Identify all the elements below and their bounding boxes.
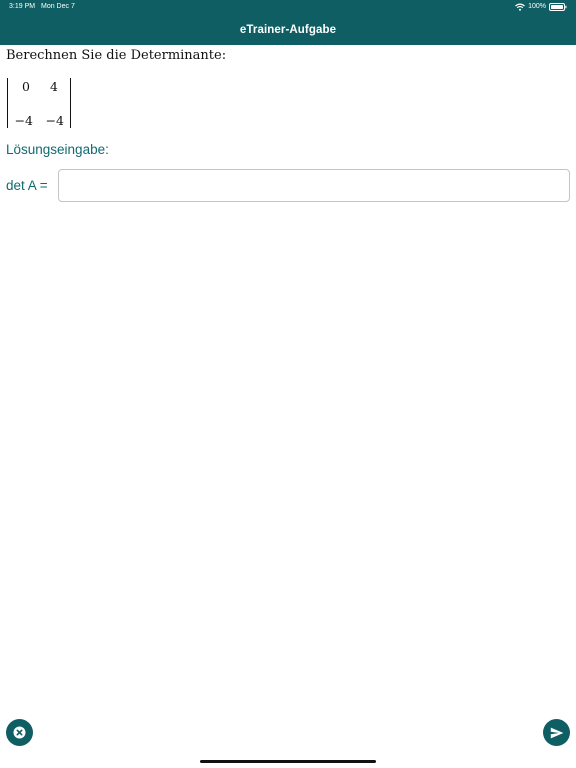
matrix-cell-1-1: 0 (22, 79, 30, 94)
battery-icon (549, 3, 567, 11)
determinant-answer-input[interactable] (58, 169, 570, 202)
matrix-cell-1-2: 4 (50, 79, 58, 94)
app-title: eTrainer-Aufgabe (239, 24, 337, 36)
matrix-right-bar (70, 78, 71, 128)
task-prompt: Berechnen Sie die Determinante: (6, 48, 227, 63)
wifi-icon (515, 3, 525, 11)
home-indicator (200, 760, 376, 763)
status-time: 3:19 PM (9, 3, 36, 10)
close-circle-icon (13, 726, 26, 739)
status-indicators: 100% (515, 2, 567, 12)
submit-button[interactable] (543, 719, 570, 746)
matrix-cell-2-1: −4 (14, 113, 33, 128)
send-icon (550, 727, 563, 738)
matrix-cell-2-2: −4 (45, 113, 64, 128)
status-date: Mon Dec 7 (41, 3, 75, 10)
cancel-button[interactable] (6, 719, 33, 746)
solution-section-label: Lösungseingabe: (6, 142, 109, 157)
det-a-label: det A = (6, 178, 48, 193)
determinant-matrix: 0 4 −4 −4 (6, 76, 74, 130)
top-bar: 3:19 PM Mon Dec 7 100% eTrainer-Aufgabe (0, 0, 576, 45)
battery-percent: 100% (528, 3, 546, 10)
